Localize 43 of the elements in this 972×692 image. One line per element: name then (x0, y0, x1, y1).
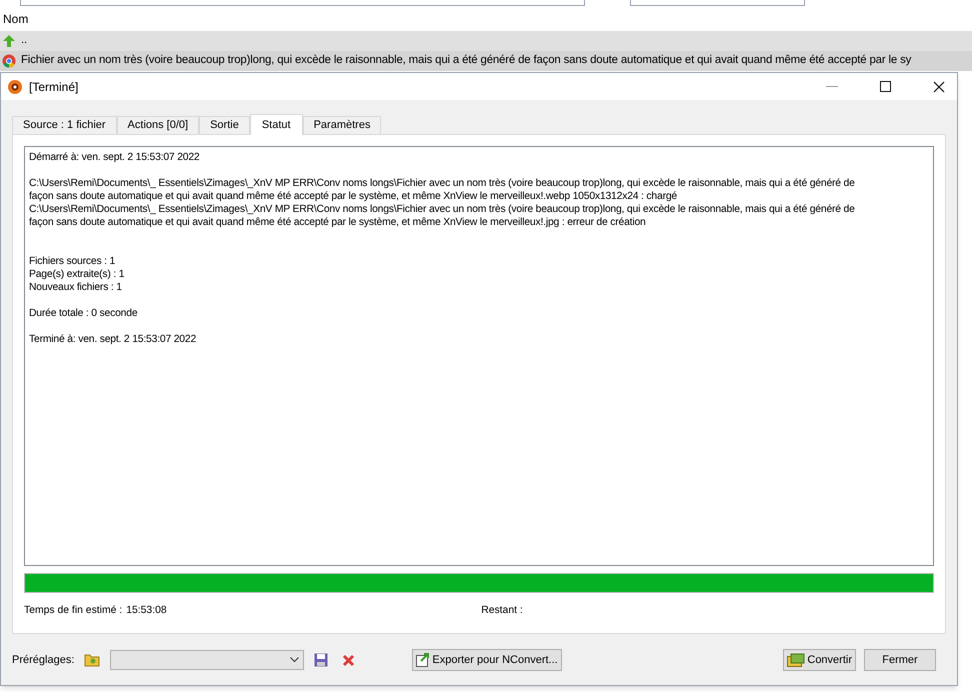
minimize-icon[interactable] (826, 86, 838, 88)
search-field[interactable] (630, 0, 805, 6)
address-field[interactable] (20, 0, 585, 6)
tab[interactable]: Source : 1 fichier (12, 116, 117, 134)
tab[interactable]: Sortie (199, 116, 250, 134)
preset-dropdown[interactable] (110, 650, 304, 670)
log-line: façon sans doute automatique et qui avait quand même été accepté par le système, et même XnView le merveilleux!.jpg : erreur de création (29, 216, 646, 229)
up-arrow-icon (2, 34, 16, 48)
tab[interactable]: Paramètres (302, 116, 382, 134)
log-line: Durée totale : 0 seconde (29, 307, 138, 320)
log-line: Nouveaux fichiers : 1 (29, 281, 122, 294)
close-icon[interactable] (933, 80, 945, 92)
tab[interactable]: Actions [0/0] (116, 116, 200, 134)
log-line: C:\Users\Remi\Documents\_ Essentiels\Zimages\_XnV MP ERR\Conv noms longs\Fichier avec un nom très (voire beaucoup trop)long, qui excède le raisonnable, mais qui a été généré de (29, 203, 855, 216)
estimated-end-value: 15:53:08 (126, 604, 168, 618)
delete-icon[interactable] (342, 654, 356, 666)
close-button[interactable]: Fermer (864, 649, 936, 671)
maximize-icon[interactable] (880, 81, 891, 92)
save-icon[interactable] (314, 653, 328, 667)
log-line: C:\Users\Remi\Documents\_ Essentiels\Zimages\_XnV MP ERR\Conv noms longs\Fichier avec un nom très (voire beaucoup trop)long, qui excède le raisonnable, mais qui a été généré de (29, 177, 855, 190)
presets-label: Préréglages: (12, 652, 74, 668)
chrome-icon (2, 54, 16, 68)
log-line: Fichiers sources : 1 (29, 255, 116, 268)
convert-icon (787, 653, 806, 667)
convert-button[interactable]: Convertir (783, 649, 856, 671)
export-icon (416, 653, 430, 667)
folder-icon[interactable] (84, 653, 100, 667)
file-row[interactable]: Fichier avec un nom très (voire beaucoup trop)long, qui excède le raisonnable, mais qui a été généré de façon sans doute automatique et qui avait quand même été accepté par le sy (0, 51, 972, 71)
file-name: .. (21, 33, 28, 48)
log-line: Démarré à: ven. sept. 2 15:53:07 2022 (29, 151, 200, 164)
column-header[interactable]: Nom (3, 10, 28, 28)
log-line: Terminé à: ven. sept. 2 15:53:07 2022 (29, 333, 196, 346)
tab[interactable]: Statut (250, 114, 303, 135)
estimated-end-label: Temps de fin estimé : (24, 604, 122, 618)
remaining-label: Restant : (481, 604, 523, 618)
app-icon (7, 78, 23, 94)
log-line: Page(s) extraite(s) : 1 (29, 268, 124, 281)
chevron-down-icon (290, 657, 300, 663)
window-title: [Terminé] (29, 78, 78, 96)
file-row[interactable]: .. (0, 31, 972, 51)
export-button[interactable]: Exporter pour NConvert... (412, 649, 562, 671)
log-line: façon sans doute automatique et qui avait quand même été accepté par le système, et même XnView le merveilleux!.webp 1050x1312x24 : chargé (29, 190, 677, 203)
file-name: Fichier avec un nom très (voire beaucoup trop)long, qui excède le raisonnable, mais qui a été généré de façon sans doute automatique et qui avait quand même été accepté par le sy (21, 53, 912, 68)
